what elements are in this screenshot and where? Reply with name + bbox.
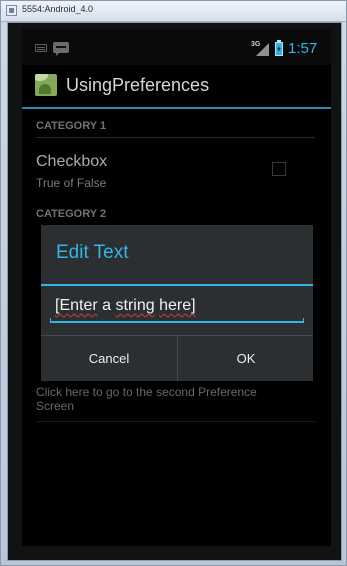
window-app-icon [6,5,17,16]
edit-field-underline [50,318,304,323]
keyboard-icon [35,44,47,52]
dialog-title-divider [41,284,313,286]
message-icon [53,42,69,56]
window-title: 5554:Android_4.0 [22,4,94,14]
window-titlebar[interactable]: 5554:Android_4.0 [1,1,346,22]
clock-time: 1:57 [288,40,318,57]
edit-word: [Enter [55,297,98,314]
device-screen: 3G 1:57 UsingPreferences CATEGORY 1 Chec… [22,29,331,546]
dialog-title: Edit Text [56,242,129,263]
status-bar[interactable]: 3G 1:57 [22,29,331,65]
app-title: UsingPreferences [66,75,210,95]
edit-text-dialog: Edit Text [Enter a string here] Cancel O… [41,225,313,381]
battery-icon [275,40,283,56]
dialog-edit-field[interactable]: [Enter a string here] [55,297,196,315]
ok-button[interactable]: OK [178,336,314,381]
edit-word: a [102,297,112,314]
cancel-button[interactable]: Cancel [41,336,177,381]
edit-word: string [115,297,155,314]
action-bar: UsingPreferences [22,65,331,107]
signal-icon [256,43,269,56]
app-icon[interactable] [35,74,57,96]
edit-word: here] [159,297,196,314]
